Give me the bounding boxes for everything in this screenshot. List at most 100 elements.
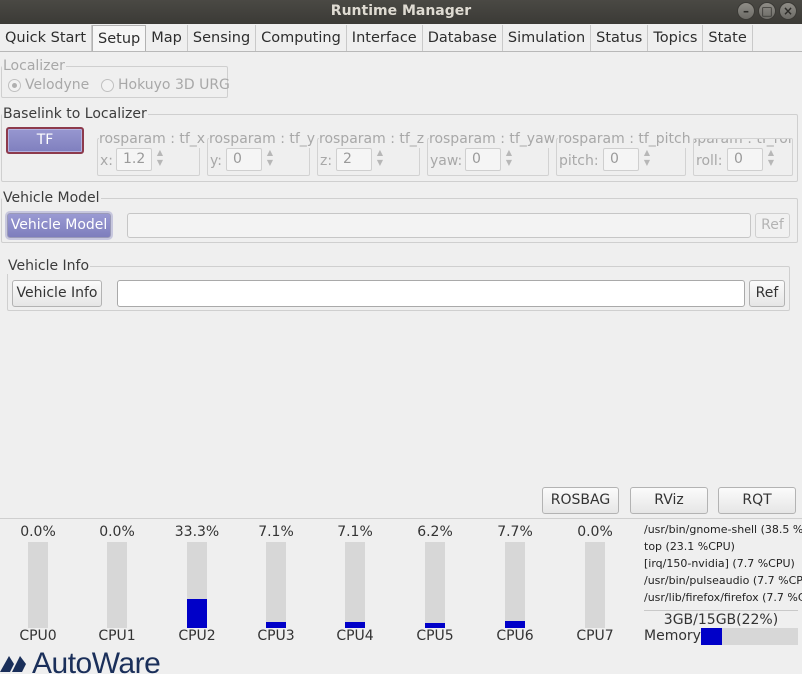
tab-database[interactable]: Database xyxy=(423,25,503,51)
baselink-label: Baselink to Localizer xyxy=(2,106,148,122)
tf-x-input[interactable]: 1.2 xyxy=(116,148,152,171)
cpu-percent: 33.3% xyxy=(174,524,220,540)
tab-bar: Quick Start Setup Map Sensing Computing … xyxy=(0,25,802,52)
tf-y-label: y: xyxy=(210,153,222,169)
tf-z-spin-icon[interactable]: ▲ ▼ xyxy=(374,148,386,171)
radio-velodyne[interactable]: Velodyne xyxy=(8,77,89,93)
autoware-logo-text: AutoWare xyxy=(32,647,161,674)
radio-unselected-icon xyxy=(101,78,114,92)
localizer-label: Localizer xyxy=(2,58,66,74)
memory-divider xyxy=(644,610,798,611)
tf-x-spin-icon[interactable]: ▲ ▼ xyxy=(154,148,166,171)
rqt-button[interactable]: RQT xyxy=(718,487,796,514)
cpu-bar xyxy=(425,542,445,628)
tab-simulation[interactable]: Simulation xyxy=(503,25,592,51)
rosbag-button[interactable]: ROSBAG xyxy=(542,487,619,514)
tf-pitch-label: pitch: xyxy=(559,153,599,169)
tf-pitch-input[interactable]: 0 xyxy=(603,148,639,171)
memory-bar-fill xyxy=(701,628,723,645)
vehicle-info-button[interactable]: Vehicle Info xyxy=(12,280,102,307)
minimize-icon[interactable]: – xyxy=(737,2,755,20)
cpu-bar xyxy=(107,542,127,628)
cpu-percent: 7.7% xyxy=(497,524,533,540)
cpu-name: CPU7 xyxy=(576,628,614,644)
autoware-logo: AutoWare xyxy=(0,646,200,674)
title-bar: Runtime Manager – □ × xyxy=(0,0,802,24)
process-item: /usr/bin/pulseaudio (7.7 %CPU) xyxy=(644,574,802,587)
tf-roll-input[interactable]: 0 xyxy=(727,148,763,171)
cpu-bar xyxy=(345,542,365,628)
cpu-name: CPU2 xyxy=(178,628,216,644)
tab-status[interactable]: Status xyxy=(591,25,649,51)
vehicle-model-ref-button[interactable]: Ref xyxy=(755,213,790,238)
close-icon[interactable]: × xyxy=(779,2,797,20)
tf-yaw-input[interactable]: 0 xyxy=(465,148,501,171)
process-item: top (23.1 %CPU) xyxy=(644,540,735,553)
cpu-percent: 0.0% xyxy=(99,524,135,540)
autoware-logo-icon xyxy=(0,656,26,672)
cpu-percent: 0.0% xyxy=(577,524,613,540)
tf-roll-label: roll: xyxy=(696,153,723,169)
tf-button[interactable]: TF xyxy=(6,127,84,154)
tf-x-label: x: xyxy=(100,153,114,169)
cpu-bar xyxy=(28,542,48,628)
tab-computing[interactable]: Computing xyxy=(256,25,347,51)
memory-bar xyxy=(701,628,798,645)
tab-setup[interactable]: Setup xyxy=(92,25,147,51)
process-item: /usr/lib/firefox/firefox (7.7 %CPU xyxy=(644,591,802,604)
cpu-name: CPU5 xyxy=(416,628,454,644)
vehicle-info-ref-button[interactable]: Ref xyxy=(749,280,785,307)
tab-sensing[interactable]: Sensing xyxy=(188,25,257,51)
tf-yaw-title: rosparam : tf_yaw xyxy=(429,130,556,148)
radio-hokuyo-label: Hokuyo 3D URG xyxy=(118,77,230,93)
tf-x-title: rosparam : tf_x xyxy=(99,130,206,148)
process-item: /usr/bin/gnome-shell (38.5 %CPU xyxy=(644,523,802,536)
cpu-percent: 7.1% xyxy=(258,524,294,540)
cpu-bar xyxy=(187,542,207,628)
tf-z-input[interactable]: 2 xyxy=(336,148,372,171)
memory-label: Memory xyxy=(644,628,701,644)
tf-pitch-spin-icon[interactable]: ▲ ▼ xyxy=(641,148,653,171)
tab-state[interactable]: State xyxy=(703,25,753,51)
cpu-name: CPU1 xyxy=(98,628,136,644)
cpu-bar xyxy=(585,542,605,628)
cpu-name: CPU0 xyxy=(19,628,57,644)
tf-pitch-title: rosparam : tf_pitch xyxy=(558,130,691,148)
cpu-bar xyxy=(505,542,525,628)
memory-usage: 3GB/15GB(22%) xyxy=(663,612,779,628)
cpu-name: CPU3 xyxy=(257,628,295,644)
tab-topics[interactable]: Topics xyxy=(648,25,704,51)
tf-y-spin-icon[interactable]: ▲ ▼ xyxy=(264,148,276,171)
cpu-percent: 6.2% xyxy=(417,524,453,540)
cpu-percent: 7.1% xyxy=(337,524,373,540)
radio-selected-icon xyxy=(8,78,21,92)
radio-velodyne-label: Velodyne xyxy=(25,77,90,93)
maximize-icon[interactable]: □ xyxy=(758,2,776,20)
cpu-bar-fill xyxy=(505,621,525,628)
vehicle-model-label: Vehicle Model xyxy=(2,190,101,206)
vehicle-info-path-input[interactable] xyxy=(117,280,745,307)
status-divider xyxy=(0,518,802,519)
tab-interface[interactable]: Interface xyxy=(347,25,423,51)
cpu-bar xyxy=(266,542,286,628)
vehicle-info-label: Vehicle Info xyxy=(7,258,91,274)
tf-z-label: z: xyxy=(320,153,333,169)
cpu-name: CPU6 xyxy=(496,628,534,644)
tf-yaw-spin-icon[interactable]: ▲ ▼ xyxy=(503,148,515,171)
tf-y-title: rosparam : tf_y xyxy=(209,130,316,148)
tf-roll-title: rosparam : tf_roll xyxy=(694,139,792,148)
tf-yaw-label: yaw: xyxy=(430,153,463,169)
window-title: Runtime Manager xyxy=(330,3,472,19)
vehicle-model-button[interactable]: Vehicle Model xyxy=(7,213,111,238)
tf-z-title: rosparam : tf_z xyxy=(319,130,425,148)
tab-map[interactable]: Map xyxy=(146,25,188,51)
tf-roll-spin-icon[interactable]: ▲ ▼ xyxy=(765,148,777,171)
radio-hokuyo[interactable]: Hokuyo 3D URG xyxy=(101,77,230,93)
vehicle-model-path-input[interactable] xyxy=(127,213,751,238)
cpu-name: CPU4 xyxy=(336,628,374,644)
cpu-bar-fill xyxy=(187,599,207,628)
rviz-button[interactable]: RViz xyxy=(630,487,708,514)
tf-y-input[interactable]: 0 xyxy=(226,148,262,171)
tab-quick-start[interactable]: Quick Start xyxy=(0,25,93,51)
process-item: [irq/150-nvidia] (7.7 %CPU) xyxy=(644,557,795,570)
